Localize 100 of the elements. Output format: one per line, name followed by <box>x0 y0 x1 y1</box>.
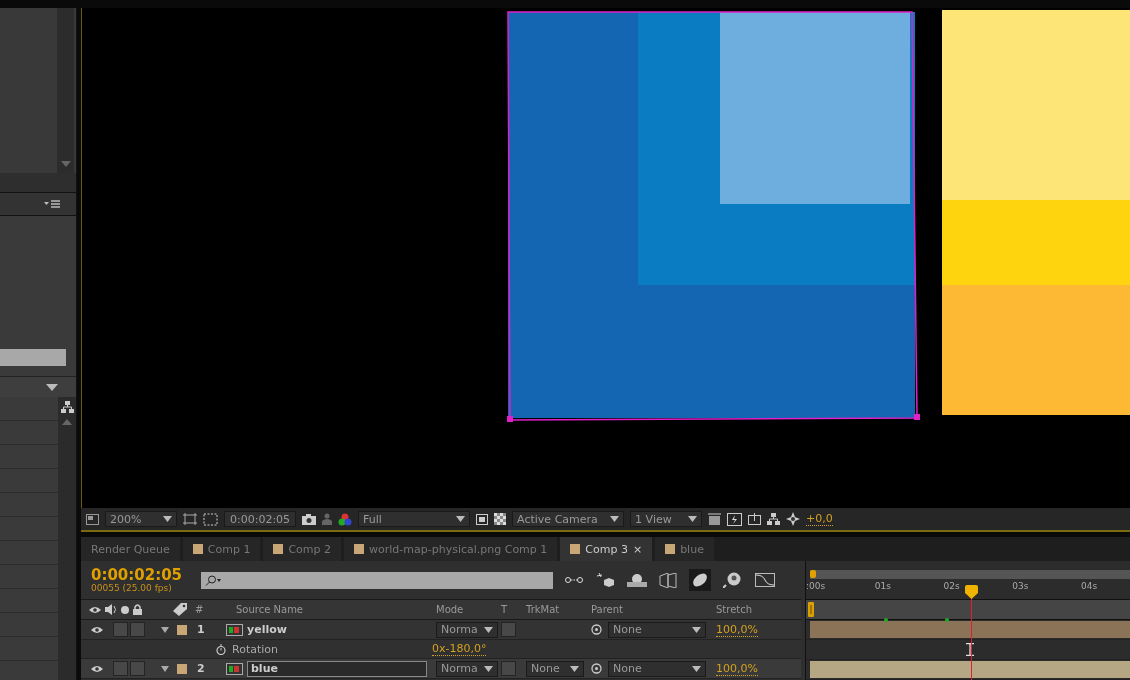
preserve-transparency-checkbox[interactable] <box>501 622 516 637</box>
monitor-icon[interactable] <box>86 513 99 525</box>
tab[interactable]: Comp 2 <box>263 537 341 561</box>
camera-dropdown[interactable]: Active Camera <box>512 511 625 527</box>
label-swatch-icon <box>570 544 581 554</box>
shy-layers-icon[interactable] <box>627 573 647 587</box>
close-button[interactable]: × <box>632 542 643 556</box>
stretch-value[interactable]: 100,0% <box>716 623 758 637</box>
caret-icon <box>484 665 493 672</box>
column-header[interactable]: Mode <box>432 604 497 615</box>
composition-mini-flowchart-icon[interactable] <box>565 574 585 586</box>
label-swatch-icon[interactable] <box>177 624 187 635</box>
tab[interactable]: blue <box>655 537 714 561</box>
checkerboard-icon[interactable] <box>494 513 507 525</box>
tab[interactable]: world-map-physical.png Comp 1 <box>344 537 558 561</box>
label-swatch-icon[interactable] <box>177 663 187 674</box>
caret-icon <box>456 516 466 522</box>
column-header[interactable]: Source Name <box>232 604 432 615</box>
graph-editor-icon[interactable] <box>755 573 775 587</box>
motion-blur-icon[interactable] <box>689 569 711 591</box>
layer-name[interactable]: yellow <box>247 623 287 636</box>
tab[interactable]: Comp 3 × <box>560 537 653 561</box>
column-header[interactable]: Parent <box>587 604 712 615</box>
flowchart-icon[interactable] <box>767 513 781 525</box>
fast-preview-icon[interactable] <box>727 512 743 526</box>
timecode-field[interactable]: 0:00:02:05 <box>224 511 297 527</box>
caret-icon <box>570 665 579 672</box>
column-header[interactable]: T <box>497 604 522 615</box>
column-header[interactable]: # <box>191 604 232 615</box>
region-icon[interactable] <box>203 512 218 526</box>
parent-dropdown[interactable]: None <box>608 621 706 638</box>
lock-icon[interactable] <box>133 604 142 615</box>
grid-icon[interactable] <box>183 513 197 525</box>
person-icon[interactable] <box>322 513 333 525</box>
caret-icon <box>688 516 698 522</box>
caret-icon <box>46 383 58 391</box>
eye-icon[interactable] <box>89 605 101 614</box>
keyframe-marker <box>945 618 950 622</box>
layer-name-field[interactable]: blue <box>247 660 427 677</box>
input-field[interactable] <box>0 349 66 366</box>
track-matte-dropdown[interactable]: None <box>526 660 584 677</box>
stopwatch-icon[interactable] <box>216 643 226 655</box>
frame-blending-icon[interactable] <box>659 572 677 588</box>
layer-number: 1 <box>196 623 205 636</box>
search-icon <box>205 574 221 586</box>
switch-toggle[interactable] <box>113 622 128 637</box>
solo-dot-icon[interactable] <box>121 605 129 614</box>
dropdown[interactable] <box>0 376 76 397</box>
layer-number: 2 <box>196 662 205 675</box>
label-swatch-icon <box>273 544 284 554</box>
tab[interactable]: Comp 1 <box>182 537 261 561</box>
pixel-aspect-icon[interactable] <box>708 513 722 525</box>
caret-icon <box>163 516 172 522</box>
shutter-icon[interactable] <box>786 512 801 526</box>
switch-toggle[interactable] <box>113 661 128 676</box>
tab[interactable]: Render Queue <box>81 537 180 561</box>
mode-dropdown[interactable]: Norma <box>436 621 498 638</box>
column-header[interactable]: Stretch <box>712 604 797 615</box>
draft-3d-icon[interactable] <box>597 572 615 588</box>
scroll-down-icon[interactable] <box>60 161 71 167</box>
preserve-transparency-checkbox[interactable] <box>501 661 516 676</box>
switch-toggle[interactable] <box>130 661 145 676</box>
keyframe-marker <box>883 618 888 622</box>
view-layout-dropdown[interactable]: 1 View <box>630 511 703 527</box>
current-time[interactable]: 0:00:02:05 <box>91 566 201 583</box>
property-value[interactable]: 0x-180,0° <box>432 642 487 656</box>
twirl-arrow-icon[interactable] <box>160 665 169 672</box>
search-field[interactable] <box>201 571 553 589</box>
mode-dropdown[interactable]: Norma <box>436 660 498 677</box>
eye-icon[interactable] <box>91 664 103 673</box>
composition-icon <box>226 623 243 636</box>
parent-dropdown[interactable]: None <box>608 660 706 677</box>
resolution-dropdown[interactable]: Full <box>358 511 471 527</box>
scrollbar[interactable] <box>57 8 74 173</box>
eye-icon[interactable] <box>91 625 103 634</box>
time-ruler-label: 03s <box>1012 580 1030 591</box>
caret-icon <box>692 626 701 633</box>
label-swatch-icon <box>665 544 676 554</box>
tag-icon[interactable] <box>173 603 187 616</box>
twirl-arrow-icon[interactable] <box>160 626 169 633</box>
brainstorm-icon[interactable] <box>723 572 743 588</box>
switch-toggle[interactable] <box>130 622 145 637</box>
exposure-value[interactable]: +0,0 <box>806 512 833 526</box>
flowchart-icon[interactable] <box>60 401 74 413</box>
work-area-start-icon[interactable] <box>810 570 816 578</box>
scroll-up-icon[interactable] <box>62 419 72 425</box>
camera-icon[interactable] <box>302 513 317 525</box>
text-cursor-icon <box>966 643 974 656</box>
caret-icon <box>484 626 493 633</box>
zoom-dropdown[interactable]: 200% <box>105 511 177 527</box>
panel-menu-icon[interactable] <box>44 199 60 209</box>
stretch-value[interactable]: 100,0% <box>716 662 758 676</box>
pick-whip-icon[interactable] <box>591 624 602 635</box>
pick-whip-icon[interactable] <box>591 663 602 674</box>
color-channels-icon[interactable] <box>338 512 353 526</box>
column-header[interactable]: TrkMat <box>522 604 587 615</box>
selected-layer-drawing[interactable] <box>506 11 920 423</box>
speaker-icon[interactable] <box>105 604 117 615</box>
frame-count: 00055 (25.00 fps) <box>91 582 173 594</box>
region-of-interest-icon[interactable] <box>476 513 489 525</box>
